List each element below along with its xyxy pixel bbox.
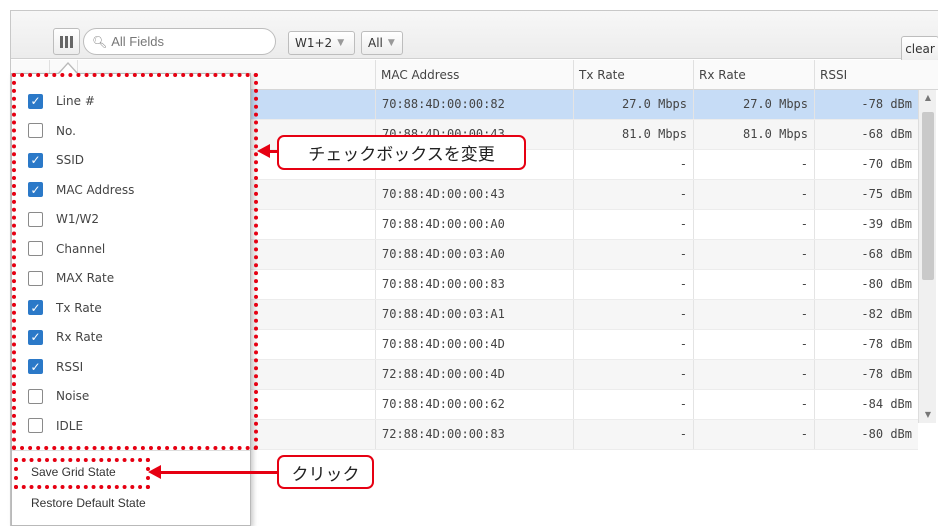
cell-mac-address: 70:88:4D:00:00:43	[375, 180, 573, 209]
menu-separator	[12, 450, 250, 451]
cell-rx-rate: -	[693, 420, 814, 449]
scroll-thumb[interactable]	[922, 112, 934, 280]
cell-rssi: -84 dBm	[814, 390, 918, 419]
columns-icon	[60, 35, 63, 48]
cell-rssi: -78 dBm	[814, 90, 918, 119]
cell-rssi: -39 dBm	[814, 210, 918, 239]
columns-button[interactable]	[53, 28, 80, 55]
cell-tx-rate: -	[573, 240, 693, 269]
restore-default-state-button[interactable]: Restore Default State	[31, 496, 146, 510]
header-rssi[interactable]: RSSI	[814, 60, 918, 90]
wlan-filter-select[interactable]: W1+2 ▼	[288, 31, 355, 55]
scroll-down-icon[interactable]: ▼	[919, 407, 937, 423]
cell-rx-rate: -	[693, 210, 814, 239]
search-input[interactable]	[109, 33, 260, 50]
cell-rx-rate: 27.0 Mbps	[693, 90, 814, 119]
wlan-filter-value: W1+2	[295, 36, 333, 50]
cell-mac-address: 70:88:4D:00:03:A1	[375, 300, 573, 329]
header-rx-rate[interactable]: Rx Rate	[693, 60, 814, 90]
clear-button[interactable]: clear	[901, 36, 938, 62]
cell-tx-rate: -	[573, 150, 693, 179]
cell-rssi: -78 dBm	[814, 360, 918, 389]
chevron-down-icon: ▼	[337, 38, 345, 48]
cell-rssi: -82 dBm	[814, 300, 918, 329]
header-tx-rate[interactable]: Tx Rate	[573, 60, 693, 90]
cell-mac-address: 72:88:4D:00:00:83	[375, 420, 573, 449]
checkbox-highlight-box	[12, 73, 258, 450]
grid-toolbar: 🔍︎ W1+2 ▼ All ▼ clear	[11, 11, 938, 62]
arrow-line	[159, 471, 279, 474]
header-mac-address[interactable]: MAC Address	[375, 60, 573, 90]
cell-mac-address: 70:88:4D:00:00:62	[375, 390, 573, 419]
cell-tx-rate: -	[573, 300, 693, 329]
cell-rx-rate: -	[693, 360, 814, 389]
cell-rssi: -80 dBm	[814, 420, 918, 449]
cell-rssi: -70 dBm	[814, 150, 918, 179]
cell-mac-address: 70:88:4D:00:00:4D	[375, 330, 573, 359]
cell-rx-rate: -	[693, 300, 814, 329]
cell-tx-rate: -	[573, 330, 693, 359]
cell-rx-rate: -	[693, 180, 814, 209]
chevron-down-icon: ▼	[387, 38, 395, 48]
click-callout: クリック	[277, 455, 374, 489]
cell-mac-address: 70:88:4D:00:00:82	[375, 90, 573, 119]
cell-tx-rate: -	[573, 390, 693, 419]
cell-tx-rate: -	[573, 210, 693, 239]
cell-mac-address: 72:88:4D:00:00:4D	[375, 360, 573, 389]
cell-rssi: -68 dBm	[814, 120, 918, 149]
cell-rssi: -68 dBm	[814, 240, 918, 269]
checkbox-callout: チェックボックスを変更	[277, 135, 526, 170]
scope-filter-select[interactable]: All ▼	[361, 31, 403, 55]
save-highlight-box	[14, 458, 150, 489]
cell-tx-rate: -	[573, 360, 693, 389]
cell-mac-address: 70:88:4D:00:00:83	[375, 270, 573, 299]
cell-tx-rate: 27.0 Mbps	[573, 90, 693, 119]
cell-rssi: -80 dBm	[814, 270, 918, 299]
cell-tx-rate: -	[573, 420, 693, 449]
search-field[interactable]: 🔍︎	[83, 28, 276, 55]
cell-rx-rate: -	[693, 270, 814, 299]
cell-rx-rate: -	[693, 330, 814, 359]
cell-mac-address: 70:88:4D:00:03:A0	[375, 240, 573, 269]
cell-rssi: -75 dBm	[814, 180, 918, 209]
vertical-scrollbar[interactable]: ▲ ▼	[918, 90, 936, 423]
cell-rx-rate: -	[693, 240, 814, 269]
cell-rssi: -78 dBm	[814, 330, 918, 359]
search-icon: 🔍︎	[92, 34, 108, 49]
cell-tx-rate: 81.0 Mbps	[573, 120, 693, 149]
cell-rx-rate: -	[693, 390, 814, 419]
cell-tx-rate: -	[573, 180, 693, 209]
cell-rx-rate: 81.0 Mbps	[693, 120, 814, 149]
cell-tx-rate: -	[573, 270, 693, 299]
scope-filter-value: All	[368, 36, 383, 50]
scroll-up-icon[interactable]: ▲	[919, 90, 937, 106]
cell-mac-address: 70:88:4D:00:00:A0	[375, 210, 573, 239]
cell-rx-rate: -	[693, 150, 814, 179]
